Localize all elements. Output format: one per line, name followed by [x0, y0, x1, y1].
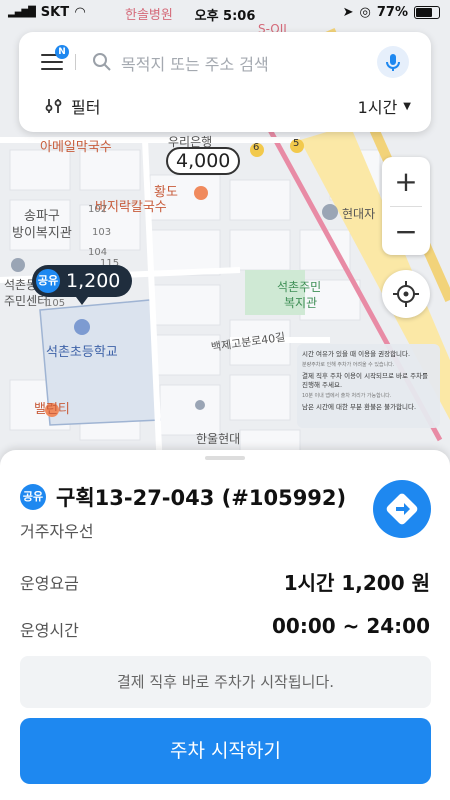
caret-down-icon: ▼ — [403, 100, 411, 112]
fee-value: 1시간 1,200 원 — [283, 571, 430, 595]
voice-search-button[interactable] — [377, 46, 409, 78]
shared-badge: 공유 — [20, 484, 46, 510]
map-label-hanol: 한울현대 — [196, 432, 241, 446]
battery-icon — [414, 6, 440, 19]
map-label-bangi-welfare: 방이복지관 — [12, 226, 72, 241]
lot-type: 거주자우선 — [20, 522, 94, 541]
navigate-button[interactable] — [373, 480, 431, 538]
carrier-label: SKT — [40, 5, 70, 20]
map-label-103: 103 — [92, 227, 112, 238]
notice-small-1: 분량주차로 인해 주차가 어려울 수 있습니다. — [302, 362, 395, 369]
directions-icon — [386, 493, 418, 525]
map-label-amail: 아메일막국수 — [40, 140, 112, 155]
start-parking-button[interactable]: 주차 시작하기 — [20, 718, 431, 784]
marker-pointer — [76, 297, 88, 305]
map-label-school: 석촌초등학교 — [46, 345, 118, 360]
minus-icon: − — [394, 215, 418, 248]
crosshair-icon — [393, 281, 419, 307]
signal-icon: ▂▄▆█ — [8, 7, 36, 18]
status-bar: ▂▄▆█ SKT ◠ 오후 5:06 ➤ ◎ 77% — [0, 0, 450, 28]
location-arrow-icon: ➤ — [342, 5, 354, 20]
fee-label: 운영요금 — [20, 574, 79, 593]
parking-detail-sheet: 공유 구획13-27-043 (#105992) 거주자우선 운영요금 1시간 … — [0, 450, 450, 800]
map-label-route5: 5 — [293, 138, 300, 149]
filter-label: 필터 — [71, 98, 101, 117]
zoom-out-button[interactable]: − — [382, 207, 430, 256]
my-location-button[interactable] — [382, 270, 430, 318]
battery-percent: 77% — [376, 5, 408, 20]
notification-badge: N — [55, 45, 69, 59]
map-label-welfare-b: 복지관 — [284, 296, 318, 310]
filter-button[interactable]: 필터 — [45, 94, 100, 118]
map-label-ballenti: 밸런티 — [34, 402, 70, 417]
marker-price: 1,200 — [66, 270, 121, 292]
usage-notice: 시간 여유가 있을 때 이용을 권장합니다. 분량주차로 인해 주차가 어려울 … — [297, 344, 440, 428]
lot-title: 구획13-27-043 (#105992) — [56, 486, 347, 510]
notice-small-2: 10분 이내 앱에서 출차 처리가 가능합니다. — [302, 393, 392, 400]
divider — [75, 54, 76, 70]
notice-line-2: 결제 직후 주차 이용이 시작되므로 바로 주차를 진행해 주세요. — [302, 372, 429, 390]
wifi-icon: ◠ — [75, 5, 86, 20]
zoom-control: + − — [382, 157, 430, 255]
map-label-hyundai: 현대자 — [342, 207, 376, 221]
notice-line-1: 시간 여유가 있을 때 이용을 권장합니다. — [302, 350, 411, 358]
duration-dropdown[interactable]: 1시간 ▼ — [358, 94, 411, 118]
shared-badge: 공유 — [36, 269, 60, 293]
duration-value: 1시간 — [357, 98, 398, 117]
hours-value: 00:00 ~ 24:00 — [271, 614, 430, 638]
map-label-route6: 6 — [253, 142, 260, 153]
search-input[interactable]: 목적지 또는 주소 검색 — [121, 51, 269, 75]
filter-sliders-icon — [45, 99, 62, 113]
plus-icon: + — [394, 165, 418, 198]
clock: 오후 5:06 — [194, 9, 256, 24]
map-label-104: 104 — [88, 247, 108, 258]
notice-line-3: 남은 시간에 대한 부분 환불은 불가합니다. — [302, 403, 417, 412]
map-label-105: 105 — [46, 298, 66, 309]
price-marker-4000[interactable]: 4,000 — [166, 147, 241, 175]
selected-lot-marker[interactable]: 공유 1,200 — [32, 265, 133, 297]
sheet-handle[interactable] — [205, 456, 245, 460]
rotation-lock-icon: ◎ — [359, 5, 371, 20]
map-label-102: 102 — [88, 204, 108, 215]
search-icon — [93, 53, 111, 71]
microphone-icon — [386, 54, 400, 71]
hours-label: 운영시간 — [20, 621, 79, 640]
search-card: N 목적지 또는 주소 검색 필터 1시간 ▼ — [19, 32, 431, 132]
payment-hint: 결제 직후 바로 주차가 시작됩니다. — [20, 656, 431, 708]
map-label-welfare-a: 석촌주민 — [277, 280, 322, 294]
zoom-in-button[interactable]: + — [382, 157, 430, 206]
